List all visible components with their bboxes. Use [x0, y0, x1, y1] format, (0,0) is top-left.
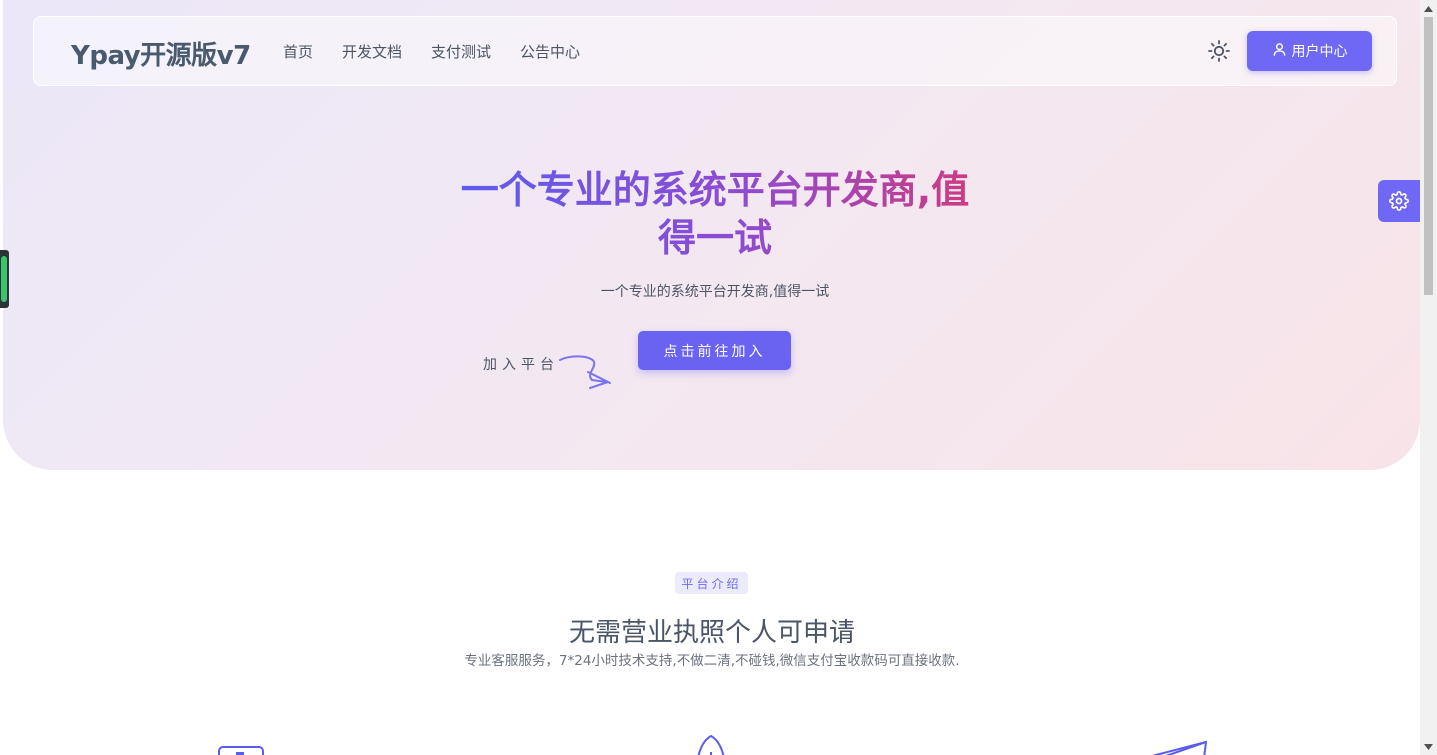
hero-headline-line1: 一个专业的系统平台开发商,值 [460, 168, 970, 212]
user-icon [1272, 42, 1287, 61]
curved-arrow-icon [559, 355, 611, 389]
nav-link-pay-test[interactable]: 支付测试 [431, 41, 491, 62]
side-drawer-handle-indicator [1, 256, 7, 302]
gear-icon [1389, 191, 1409, 211]
nav-link-announcements[interactable]: 公告中心 [520, 41, 580, 62]
hero-section: Ypay开源版v7 首页 开发文档 支付测试 公告中心 用户中心 一个专业的系统… [3, 0, 1420, 470]
nav-link-home[interactable]: 首页 [283, 41, 313, 62]
hero-headline-line2: 得一试 [657, 216, 772, 260]
page: Ypay开源版v7 首页 开发文档 支付测试 公告中心 用户中心 一个专业的系统… [0, 0, 1420, 755]
nav-links: 首页 开发文档 支付测试 公告中心 [283, 41, 609, 62]
hero-headline: 一个专业的系统平台开发商,值 得一试 [443, 166, 987, 262]
user-center-label: 用户中心 [1291, 44, 1348, 60]
nav-link-docs[interactable]: 开发文档 [342, 41, 402, 62]
scroll-up-arrow-icon[interactable] [1420, 0, 1437, 17]
section-subtitle: 专业客服服务，7*24小时技术支持,不做二清,不碰钱,微信支付宝收款码可直接收款… [464, 653, 960, 669]
vertical-scrollbar[interactable] [1420, 0, 1437, 755]
rocket-icon [697, 734, 725, 755]
section-badge: 平台介绍 [675, 572, 748, 594]
sun-icon[interactable] [1207, 39, 1231, 63]
side-drawer-handle[interactable] [0, 250, 9, 308]
navbar: Ypay开源版v7 首页 开发文档 支付测试 公告中心 用户中心 [33, 16, 1397, 86]
join-platform-label: 加入平台 [483, 357, 559, 373]
hero-subheading: 一个专业的系统平台开发商,值得一试 [600, 284, 830, 300]
join-now-button[interactable]: 点击前往加入 [638, 331, 791, 370]
user-center-button[interactable]: 用户中心 [1247, 31, 1372, 71]
paper-plane-icon [1151, 740, 1208, 755]
settings-tab[interactable] [1378, 180, 1420, 222]
scroll-down-arrow-icon[interactable] [1420, 738, 1437, 755]
brand-logo[interactable]: Ypay开源版v7 [71, 35, 251, 72]
device-icon [218, 746, 264, 755]
section-title: 无需营业执照个人可申请 [568, 618, 855, 648]
scrollbar-thumb[interactable] [1424, 17, 1433, 295]
